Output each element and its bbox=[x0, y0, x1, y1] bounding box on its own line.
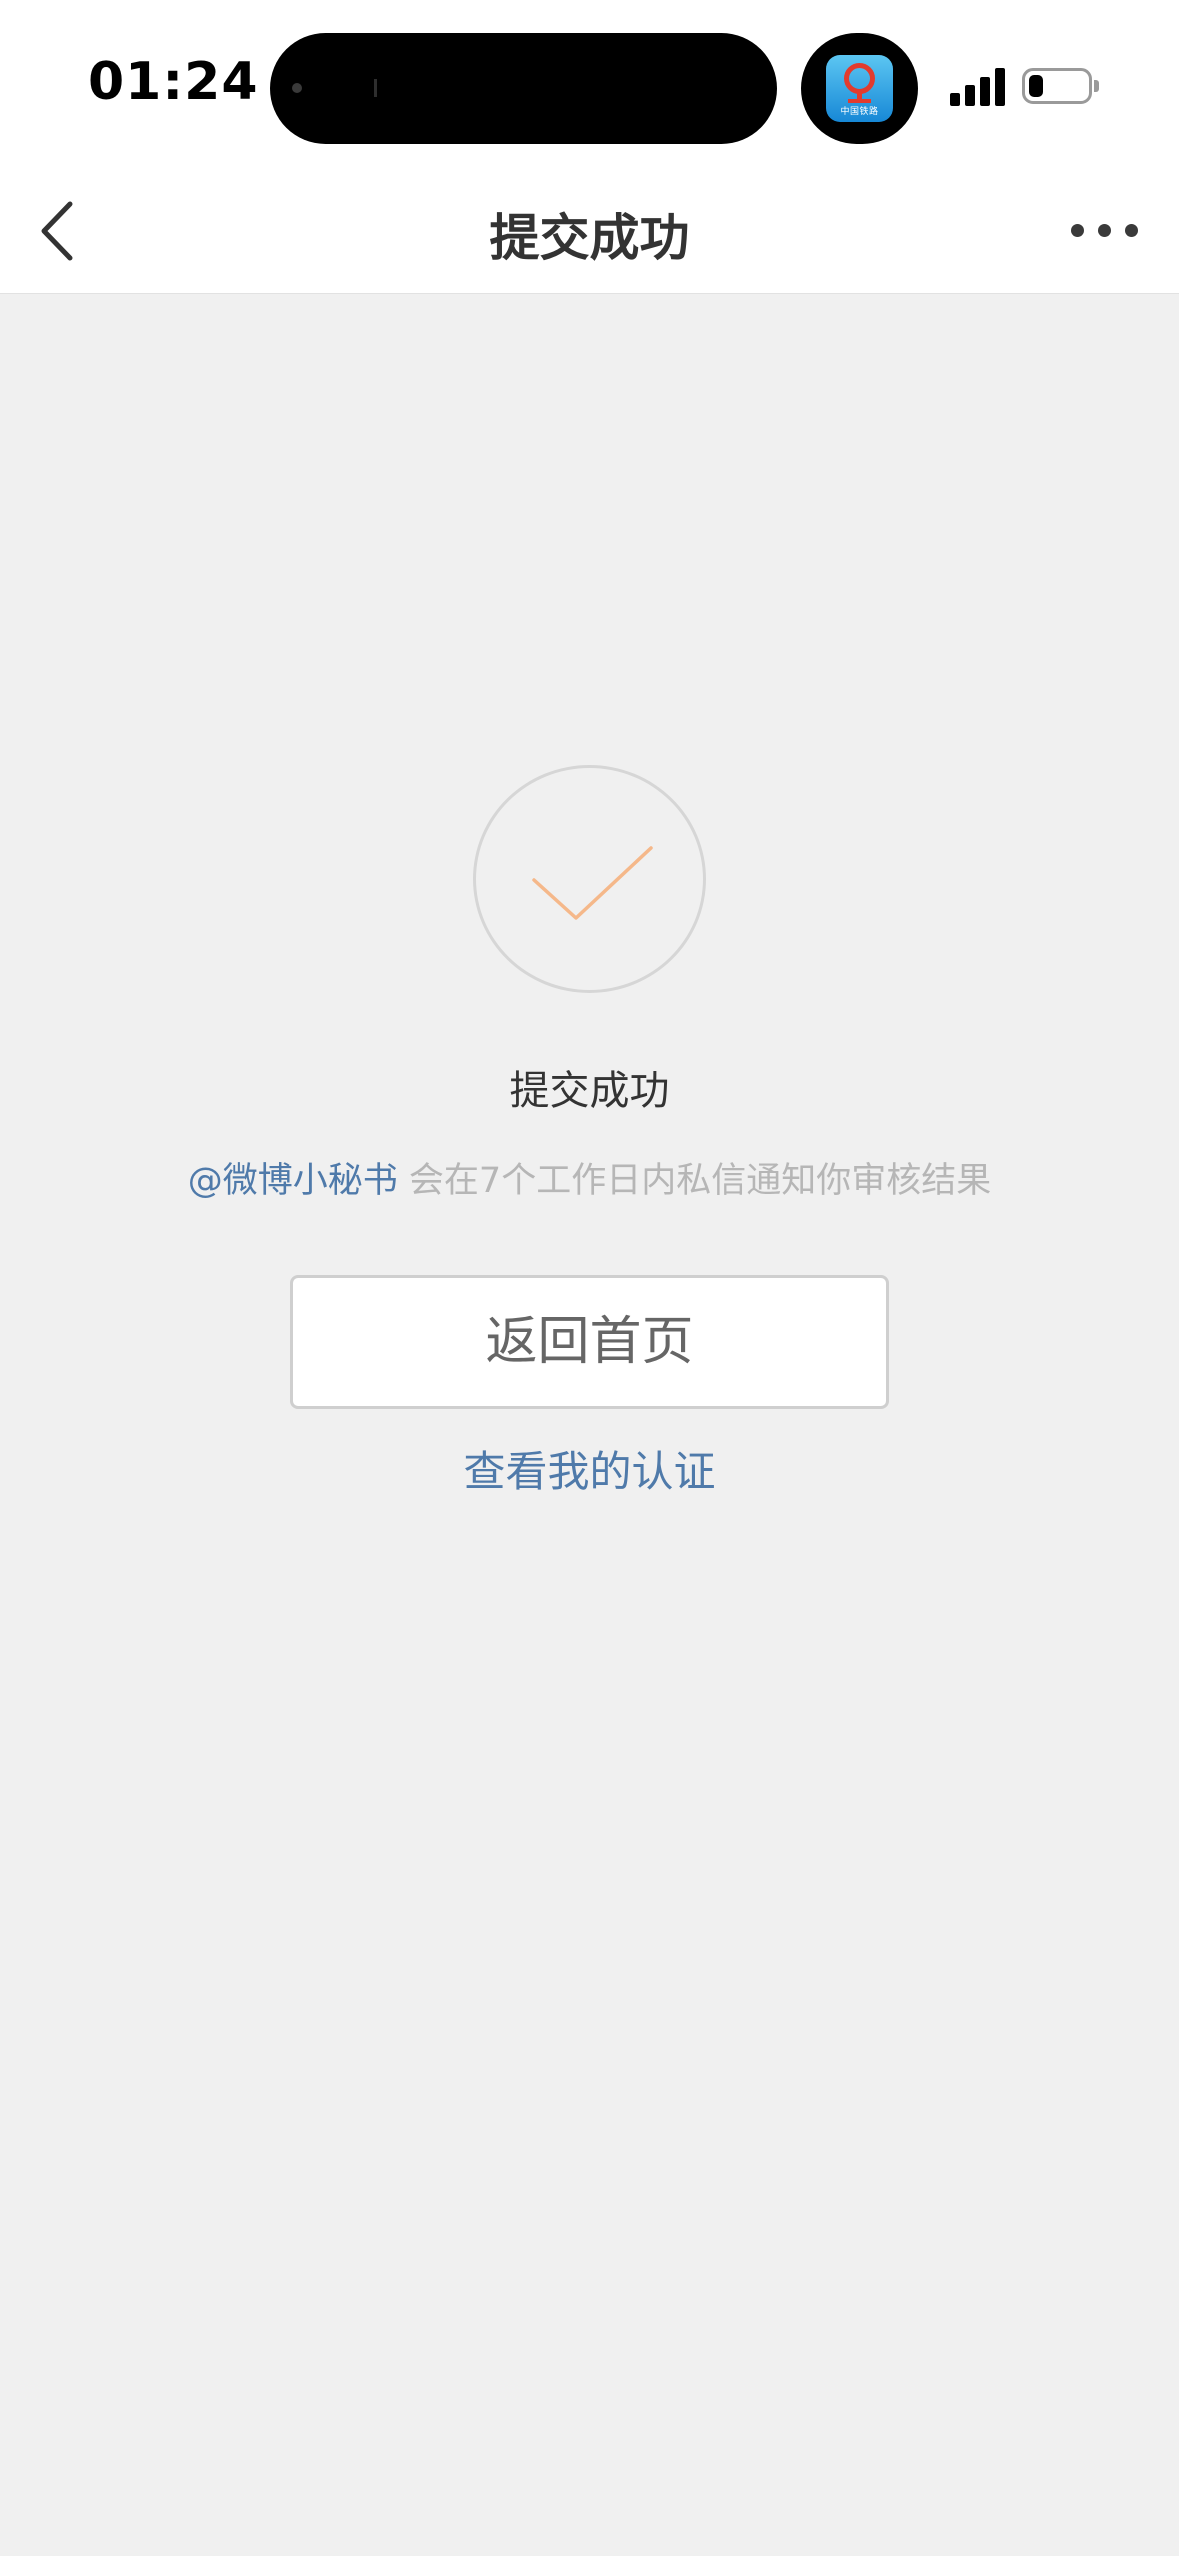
review-notice: @微博小秘书 会在7个工作日内私信通知你审核结果 bbox=[0, 1152, 1179, 1203]
success-title: 提交成功 bbox=[509, 1068, 670, 1114]
live-activity-bubble[interactable]: 中国铁路 bbox=[801, 33, 918, 144]
checkmark-circle-icon bbox=[473, 765, 706, 993]
cellular-signal-icon bbox=[950, 66, 1006, 106]
battery-level bbox=[1029, 75, 1043, 97]
navigation-bar: 提交成功 bbox=[0, 170, 1179, 294]
railway-12306-app-icon[interactable]: 中国铁路 bbox=[826, 55, 893, 122]
island-indicator bbox=[292, 83, 302, 93]
app-icon-label: 中国铁路 bbox=[840, 107, 879, 117]
battery-low-icon bbox=[1022, 68, 1092, 104]
more-horizontal-icon bbox=[1071, 224, 1084, 237]
status-bar: 01:24 中国铁路 bbox=[0, 0, 1179, 170]
rail-logo-base bbox=[848, 99, 871, 103]
battery-tip bbox=[1094, 80, 1099, 92]
weibo-secretary-mention-link[interactable]: @微博小秘书 bbox=[188, 1161, 398, 1201]
dynamic-island bbox=[270, 33, 777, 144]
return-home-button[interactable]: 返回首页 bbox=[290, 1275, 889, 1409]
status-time: 01:24 bbox=[88, 52, 259, 112]
review-notice-text: 会在7个工作日内私信通知你审核结果 bbox=[397, 1161, 992, 1201]
more-button[interactable] bbox=[1055, 200, 1155, 260]
view-my-certification-link[interactable]: 查看我的认证 bbox=[0, 1438, 1179, 1499]
page-title: 提交成功 bbox=[489, 209, 690, 267]
island-indicator-bar bbox=[374, 79, 377, 97]
